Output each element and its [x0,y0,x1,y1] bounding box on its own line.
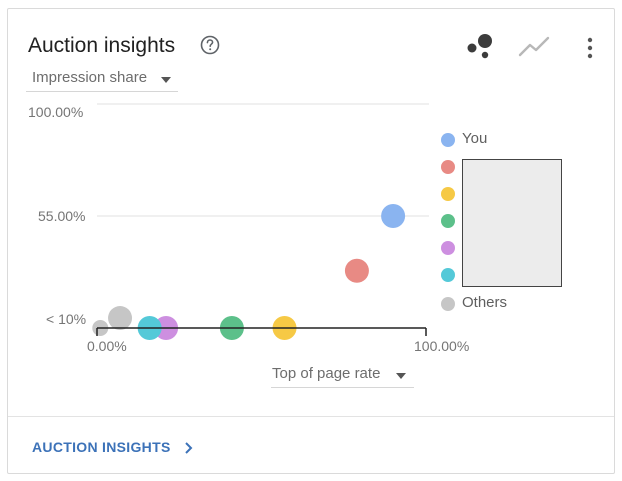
y-tick-label-top: 100.00% [28,104,83,120]
legend-dot-you [441,133,455,147]
data-point-you-0[interactable] [381,204,406,228]
legend-dot-others [441,297,455,311]
data-point-competitor_red-0[interactable] [344,258,369,283]
chevron-right-icon[interactable] [184,441,194,455]
footer-divider [8,416,614,417]
y-tick-label-mid: 55.00% [38,208,85,224]
legend-dot-teal [441,268,455,282]
x-tick-label-start: 0.00% [87,338,127,354]
legend-dot-green [441,214,455,228]
data-point-others-0[interactable] [108,306,133,331]
auction-insights-card: Auction insights Impression share Top of… [7,8,615,474]
legend-dot-red [441,160,455,174]
redacted-legend-names [462,159,562,287]
x-tick-label-end: 100.00% [414,338,469,354]
data-points [92,204,406,340]
y-tick-label-bottom: < 10% [46,311,86,327]
legend-dot-yellow [441,187,455,201]
auction-insights-link[interactable]: AUCTION INSIGHTS [32,439,171,455]
legend-dot-purple [441,241,455,255]
legend-label-you: You [462,130,488,147]
legend-label-others: Others [462,294,508,311]
